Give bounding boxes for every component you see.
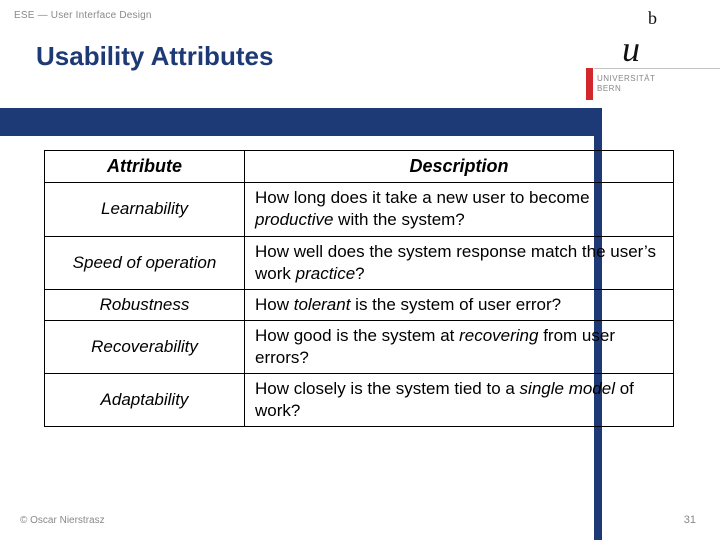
desc-pre: How long does it take a new user to beco… [255,188,590,207]
table-row: Speed of operation How well does the sys… [45,236,674,289]
slide-header: ESE — User Interface Design Usability At… [0,0,720,110]
desc-em: practice [296,264,356,283]
attr-cell: Recoverability [45,320,245,373]
attributes-table: Attribute Description Learnability How l… [44,150,674,427]
page-number: 31 [684,514,696,526]
desc-cell: How well does the system response match … [245,236,674,289]
header-description: Description [245,151,674,183]
logo-line1: UNIVERSITÄT [597,74,655,83]
desc-em: tolerant [294,295,351,314]
logo-divider [594,68,720,69]
footer-copyright: © Oscar Nierstrasz [20,515,105,526]
logo-university-text: UNIVERSITÄT BERN [597,74,655,94]
university-logo: u b UNIVERSITÄT BERN [594,8,690,100]
slide-content: Attribute Description Learnability How l… [44,150,674,427]
desc-em: single model [520,379,615,398]
desc-post: is the system of user error? [350,295,561,314]
desc-pre: How [255,295,294,314]
desc-pre: How good is the system at [255,326,459,345]
desc-em: productive [255,210,333,229]
desc-post: with the system? [333,210,464,229]
table-row: Robustness How tolerant is the system of… [45,289,674,320]
desc-cell: How closely is the system tied to a sing… [245,374,674,427]
attr-cell: Learnability [45,183,245,236]
slide: ESE — User Interface Design Usability At… [0,0,720,540]
table-row: Recoverability How good is the system at… [45,320,674,373]
table-header-row: Attribute Description [45,151,674,183]
desc-post: ? [355,264,364,283]
desc-cell: How tolerant is the system of user error… [245,289,674,320]
desc-cell: How long does it take a new user to beco… [245,183,674,236]
attr-cell: Adaptability [45,374,245,427]
horizontal-band [0,108,594,136]
table-row: Adaptability How closely is the system t… [45,374,674,427]
logo-b-glyph: b [648,8,657,29]
attr-cell: Speed of operation [45,236,245,289]
logo-u-glyph: u [622,28,640,70]
table-row: Learnability How long does it take a new… [45,183,674,236]
header-attribute: Attribute [45,151,245,183]
logo-line2: BERN [597,84,621,93]
attr-cell: Robustness [45,289,245,320]
desc-em: recovering [459,326,538,345]
logo-red-bar [586,68,593,100]
desc-pre: How closely is the system tied to a [255,379,520,398]
desc-cell: How good is the system at recovering fro… [245,320,674,373]
